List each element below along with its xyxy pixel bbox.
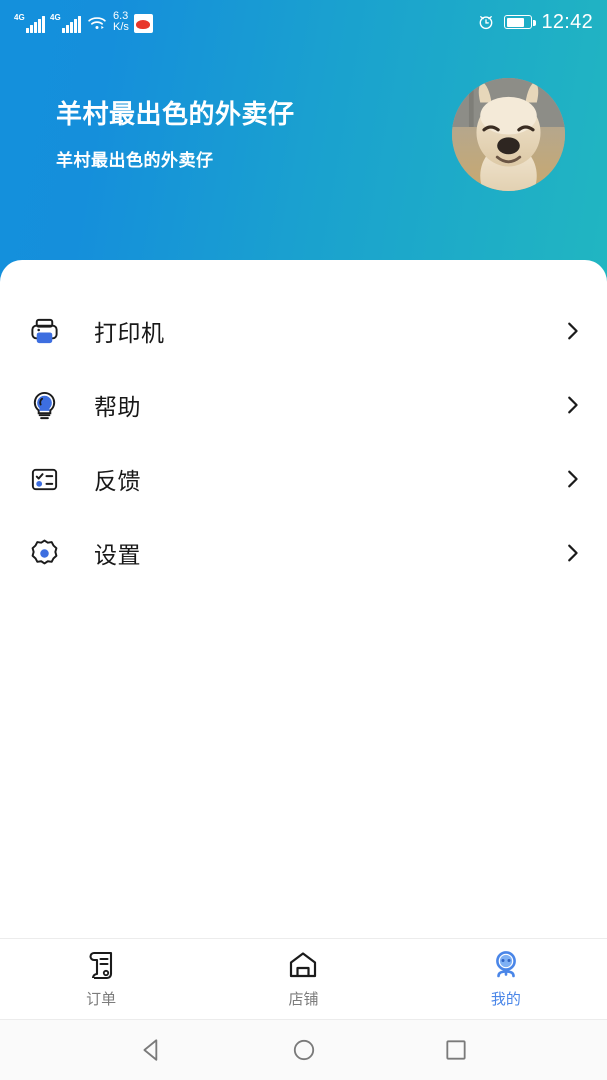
tab-orders[interactable]: 订单 [0,949,202,1009]
tab-label: 我的 [490,991,521,1008]
clock: 12:42 [541,10,593,33]
content-card: 打印机 帮助 反馈 设置 订单 店铺 我的 [0,260,607,1080]
circle-home-icon[interactable] [291,1037,317,1063]
app-notification-icon [133,14,153,33]
chevron-right-icon [568,322,578,340]
bottom-tab-bar: 订单 店铺 我的 [0,938,607,1020]
lightbulb-icon [22,383,66,427]
chevron-right-icon [568,396,578,414]
menu-list: 打印机 帮助 反馈 设置 [0,260,607,590]
menu-item-label: 帮助 [94,394,141,420]
status-bar-right: 12:42 [477,11,593,34]
chevron-right-icon [568,544,578,562]
chevron-right-icon [568,470,578,488]
profile-subtitle: 羊村最出色的外卖仔 [56,151,214,171]
signal-icon: 4G [50,14,81,33]
gear-icon [22,531,66,575]
feedback-form-icon [22,457,66,501]
menu-item-printer[interactable]: 打印机 [0,294,607,368]
tab-label: 订单 [86,991,117,1008]
phone-screen: 4G 4G 6.3 K/s 12:42 羊村最出色的外卖仔 羊村最出色的外卖仔 … [0,0,607,1080]
menu-item-label: 设置 [94,542,141,568]
profile-block: 羊村最出色的外卖仔 羊村最出色的外卖仔 [0,44,607,191]
status-bar-left: 4G 4G 6.3 K/s [14,11,477,33]
profile-avatar-icon [495,951,516,978]
profile-names: 羊村最出色的外卖仔 羊村最出色的外卖仔 [56,98,295,172]
store-home-icon [290,952,317,978]
network-type-label-2: 4G [50,13,61,22]
tab-label: 店铺 [288,991,319,1008]
network-type-label-1: 4G [14,13,25,22]
menu-item-feedback[interactable]: 反馈 [0,442,607,516]
profile-title: 羊村最出色的外卖仔 [56,98,295,129]
network-speed: 6.3 K/s [113,11,129,33]
triangle-back-icon[interactable] [139,1037,165,1063]
android-nav-bar [0,1020,607,1080]
tab-mine[interactable]: 我的 [405,949,607,1009]
status-bar: 4G 4G 6.3 K/s 12:42 [0,0,607,44]
avatar[interactable] [452,78,565,191]
alpaca-photo [452,78,565,191]
speed-unit: K/s [113,21,129,33]
menu-item-settings[interactable]: 设置 [0,516,607,590]
printer-icon [22,309,66,353]
menu-item-label: 反馈 [94,468,141,494]
signal-icon: 4G [14,14,45,33]
wifi-icon [88,17,106,30]
battery-icon [504,15,537,29]
square-recents-icon[interactable] [443,1037,469,1063]
receipt-icon [89,951,113,980]
profile-header: 4G 4G 6.3 K/s 12:42 羊村最出色的外卖仔 羊村最出色的外卖仔 [0,0,607,290]
alarm-icon [480,16,493,30]
tab-store[interactable]: 店铺 [202,949,404,1009]
menu-item-help[interactable]: 帮助 [0,368,607,442]
menu-item-label: 打印机 [94,320,165,346]
